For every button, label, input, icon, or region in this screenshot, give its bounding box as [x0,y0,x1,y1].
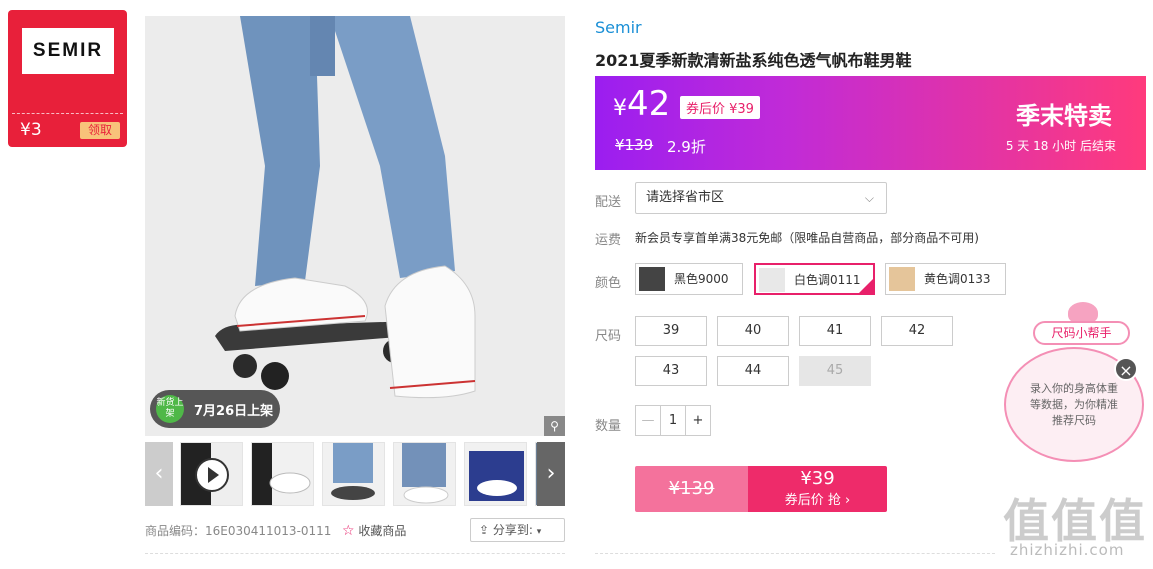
share-label: 分享到: [492,523,533,537]
size-helper-title[interactable]: 尺码小帮手 [1033,321,1130,345]
quantity-label: 数量 [595,419,622,434]
quantity-value[interactable]: 1 [660,406,686,435]
size-helper-text: 录入你的身高体重等数据，为你精准推荐尺码 [1030,382,1118,427]
close-icon[interactable]: × [1114,357,1138,381]
thumbnail-image [402,443,449,504]
video-play-icon [181,443,242,505]
color-swatch [759,268,785,292]
coupon-amount: ¥3 [20,120,42,140]
thumbnail-video[interactable] [180,442,243,506]
shipping-text: 新会员专享首单满38元免邮（限唯品自营商品，部分商品不可用) [635,231,979,245]
share-button[interactable]: ⇪ 分享到: ▾ [470,518,565,542]
color-name: 白色调0111 [794,273,861,287]
shipping-label: 运费 [595,233,622,248]
product-code: 商品编码：16E030411013-0111 [145,524,332,538]
thumbnail-image [469,451,524,501]
buy-price: ¥39 [800,468,835,489]
original-price: ¥139 [615,136,654,154]
color-label: 颜色 [595,276,622,291]
color-name: 黄色调0133 [924,272,991,286]
size-option-45: 45 [799,356,871,386]
countdown: 5 天 18 小时 后结束 [1005,139,1116,153]
buy-button[interactable]: ¥139 ¥39 券后价 抢 › [635,466,887,512]
quantity-stepper[interactable]: — 1 + [635,405,711,436]
thumb-next-arrow[interactable]: › [537,442,565,506]
divider [145,553,565,554]
color-name: 黑色9000 [674,272,729,286]
current-price-value: 42 [627,84,671,124]
color-option-yellow[interactable]: 黄色调0133 [885,263,1006,295]
favorite-button[interactable]: ☆ 收藏商品 [342,522,406,539]
discount-rate: 2.9折 [667,138,706,156]
size-option-41[interactable]: 41 [799,316,871,346]
zoom-icon[interactable]: ⚲ [544,416,565,436]
thumbnail-image [252,443,311,505]
color-swatch [639,267,665,291]
brand-logo: SEMIR [22,28,114,74]
chevron-down-icon: ▾ [536,527,542,537]
thumbnail-3[interactable] [322,442,385,506]
thumbnail-image [331,443,375,500]
chevron-down-icon: ⌵ [864,191,874,205]
arrival-date: 7月26日上架 [194,404,274,419]
size-label: 尺码 [595,329,622,344]
watermark-domain: zhizhizhi.com [1010,541,1125,559]
size-option-40[interactable]: 40 [717,316,789,346]
thumbnail-4[interactable] [393,442,456,506]
promo-title: 季末特卖 [1016,102,1112,130]
product-title: 2021夏季新款清新盐系纯色透气帆布鞋男鞋 [595,51,912,70]
region-select[interactable]: 请选择省市区 ⌵ [635,182,887,214]
plus-button[interactable]: + [686,406,710,435]
size-option-42[interactable]: 42 [881,316,953,346]
divider [595,553,995,554]
color-option-white[interactable]: 白色调0111 [754,263,875,295]
buy-coupon-price[interactable]: ¥39 券后价 抢 › [748,466,887,512]
selected-check-icon [858,278,874,294]
brand-link[interactable]: Semir [595,18,642,37]
buy-original-price: ¥139 [635,466,748,512]
share-icon: ⇪ [479,523,490,537]
delivery-label: 配送 [595,195,622,210]
currency-symbol: ¥ [613,96,627,121]
price-banner: ¥42 券后价 ¥39 ¥139 2.9折 季末特卖 5 天 18 小时 后结束 [595,76,1146,170]
main-product-image[interactable] [145,16,565,436]
thumb-prev-arrow[interactable]: ‹ [145,442,173,506]
get-coupon-button[interactable]: 领取 [80,122,120,139]
new-icon: 新货上架 [156,395,184,423]
new-arrival-badge: 新货上架 7月26日上架 [150,390,280,428]
size-option-43[interactable]: 43 [635,356,707,386]
star-icon: ☆ [342,523,355,539]
color-swatch [889,267,915,291]
current-price: ¥42 [613,84,670,124]
favorite-label: 收藏商品 [358,524,407,538]
minus-button[interactable]: — [636,406,660,435]
buy-action: 券后价 抢 › [784,493,851,508]
after-coupon-tag: 券后价 ¥39 [680,96,760,119]
thumbnail-2[interactable] [251,442,314,506]
thumbnail-5[interactable] [464,442,527,506]
brand-coupon-card[interactable]: SEMIR ¥3 领取 [8,10,127,147]
region-placeholder: 请选择省市区 [646,190,725,205]
product-photo [145,16,565,436]
size-option-44[interactable]: 44 [717,356,789,386]
size-option-39[interactable]: 39 [635,316,707,346]
color-option-black[interactable]: 黑色9000 [635,263,743,295]
divider [12,113,123,114]
